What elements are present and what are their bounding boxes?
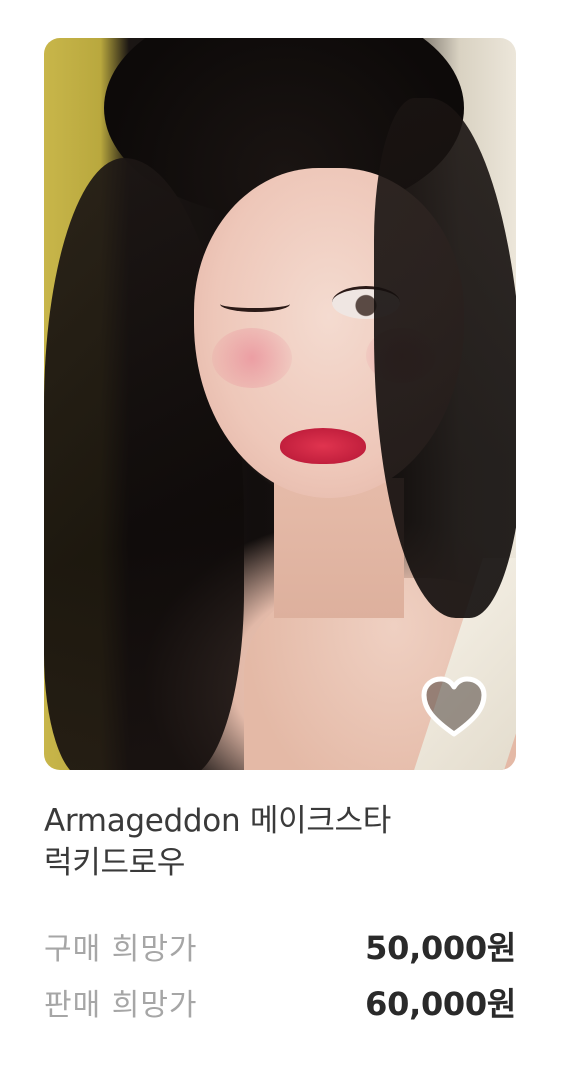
product-title-line1: Armageddon 메이크스타 (44, 803, 391, 839)
sell-price-row: 판매 희망가 60,000원 (44, 979, 516, 1025)
buy-price-label: 구매 희망가 (44, 932, 198, 967)
image-neck (274, 478, 404, 618)
favorite-button[interactable] (420, 676, 488, 738)
buy-price-value: 50,000원 (365, 929, 516, 967)
sell-price-value: 60,000원 (365, 985, 516, 1023)
buy-price-row: 구매 희망가 50,000원 (44, 923, 516, 969)
image-cheek-left (212, 328, 292, 388)
product-image[interactable] (44, 38, 516, 770)
product-title-line2: 럭키드로우 (44, 845, 186, 881)
product-title[interactable]: Armageddon 메이크스타 럭키드로우 (44, 800, 524, 884)
heart-icon (421, 676, 487, 737)
product-card[interactable]: Armageddon 메이크스타 럭키드로우 구매 희망가 50,000원 판매… (0, 0, 561, 1085)
sell-price-label: 판매 희망가 (44, 988, 198, 1023)
image-lips (280, 428, 366, 464)
image-eye-left (220, 296, 290, 312)
